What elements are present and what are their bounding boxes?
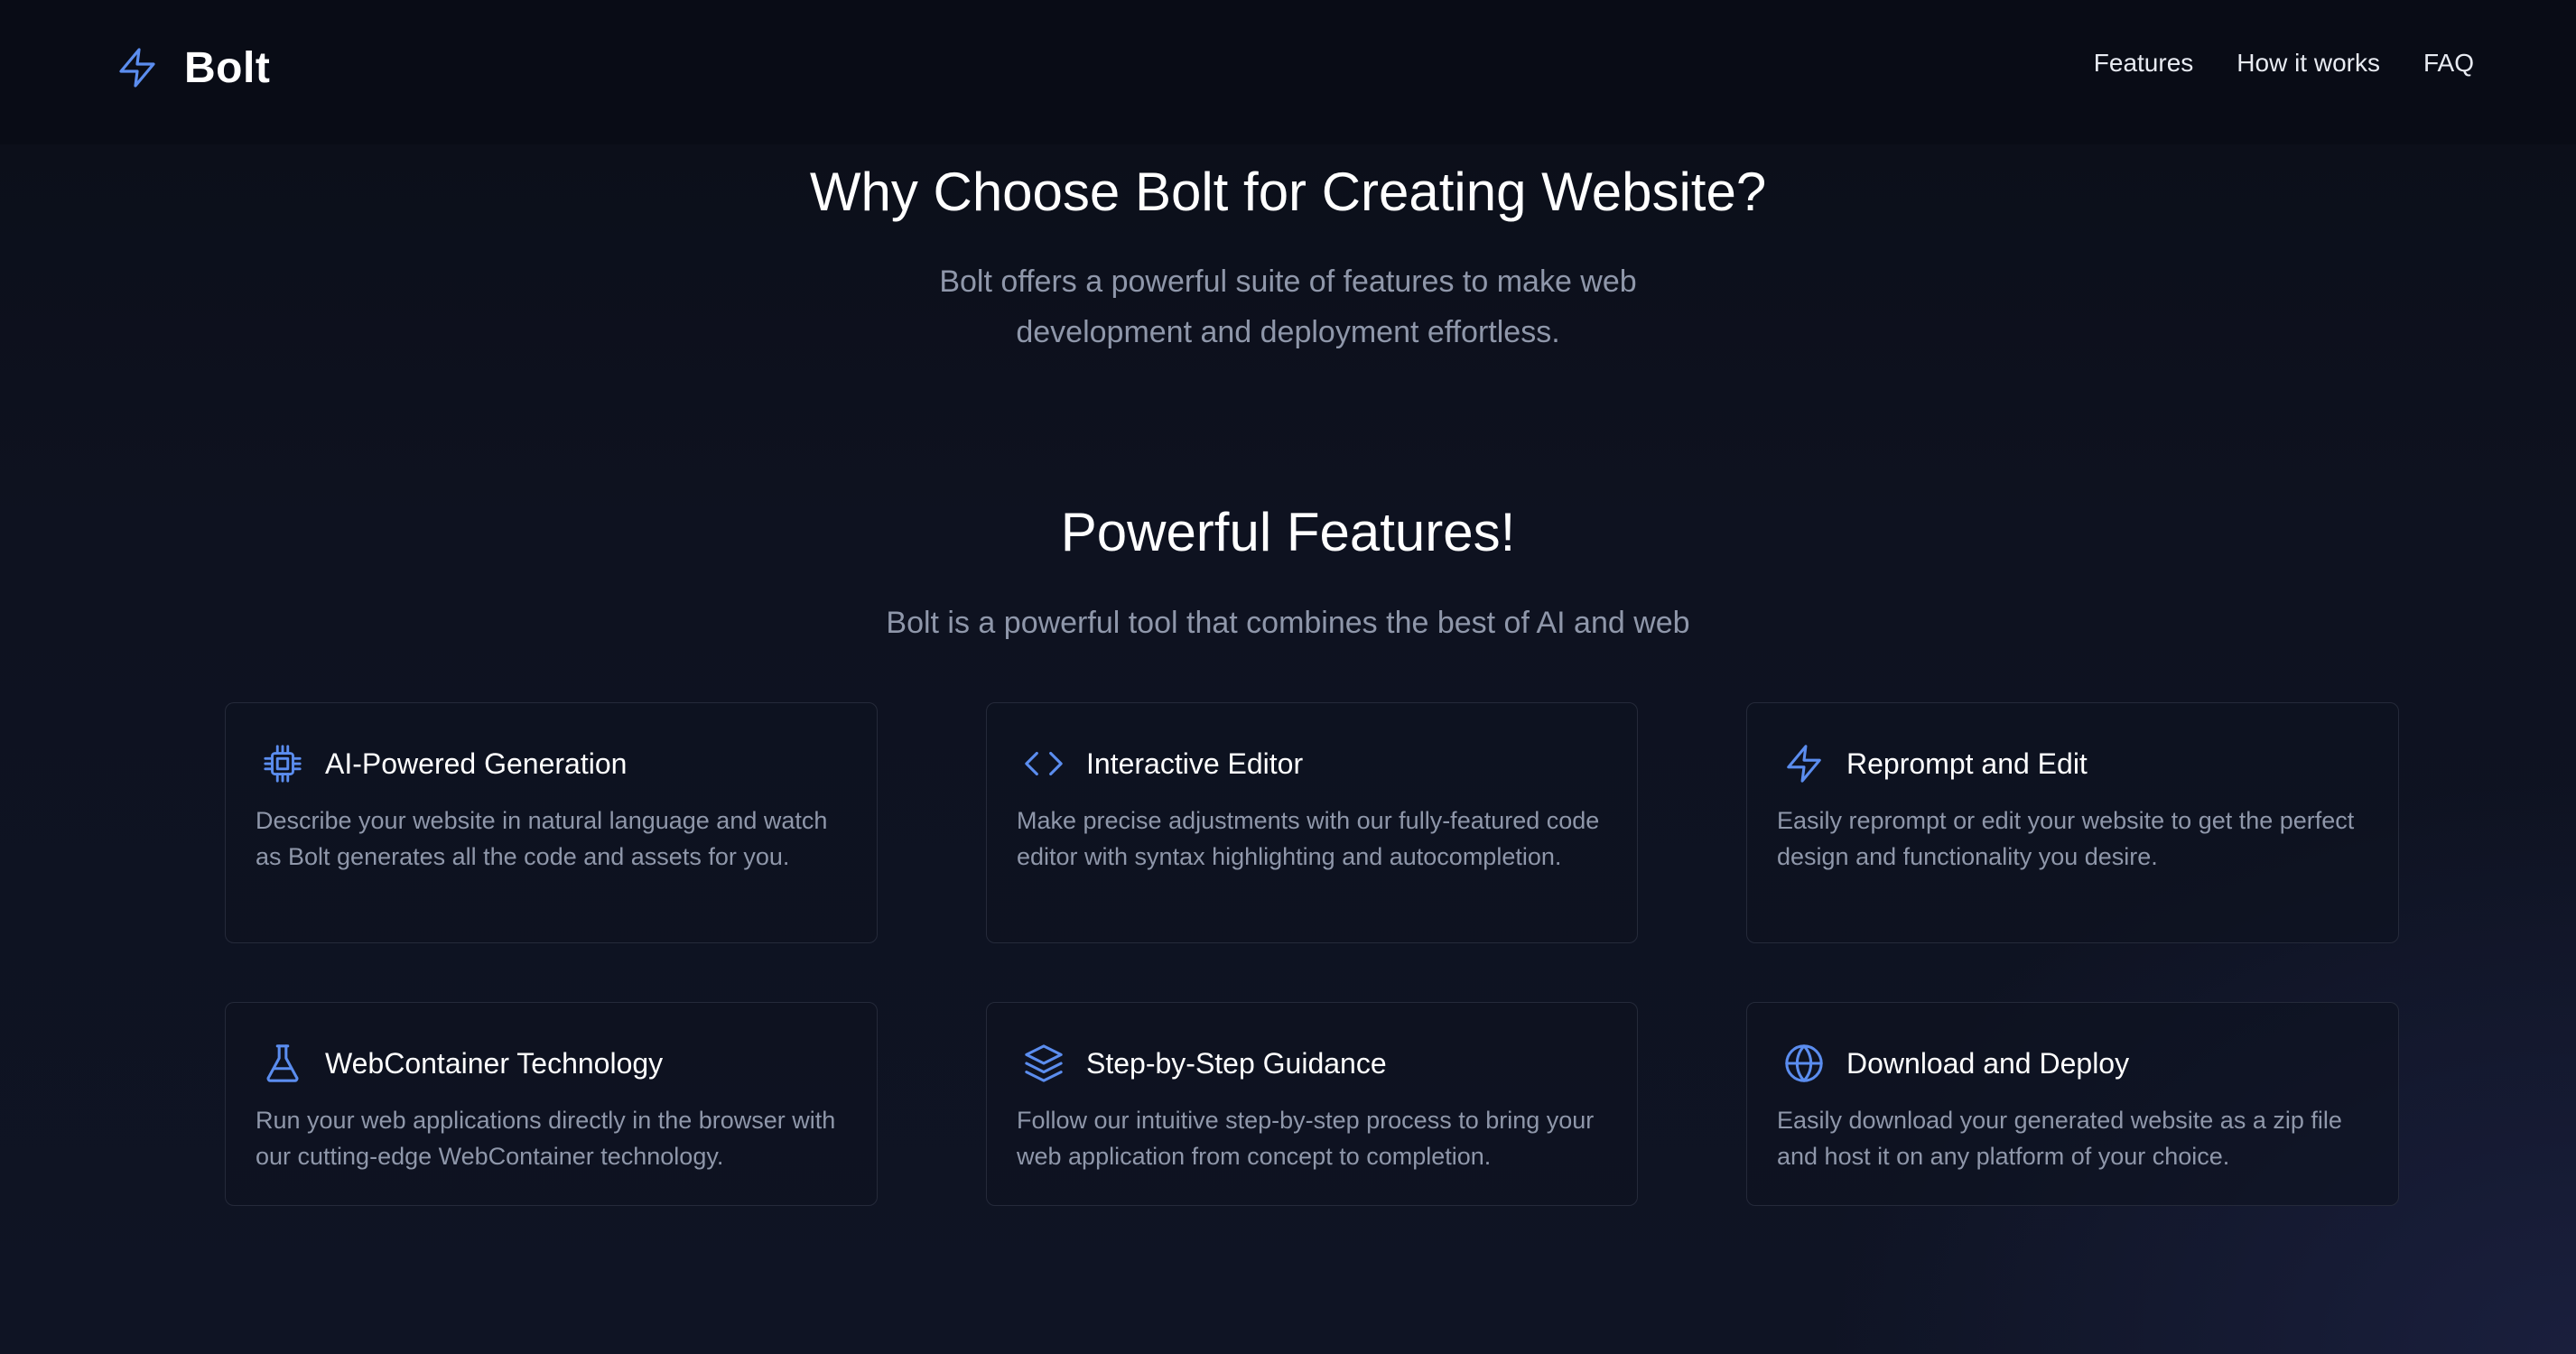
- brand-logo[interactable]: Bolt: [116, 40, 270, 96]
- navbar: Bolt Features How it works FAQ: [0, 0, 2576, 144]
- why-section-title: Why Choose Bolt for Creating Website?: [809, 162, 1767, 222]
- feature-card-reprompt-and-edit: Reprompt and Edit Easily reprompt or edi…: [1746, 702, 2399, 943]
- feature-card-title: AI-Powered Generation: [325, 747, 628, 780]
- why-subtitle-line-2: development and deployment effortless.: [1016, 315, 1560, 349]
- lightning-bolt-icon: [119, 48, 155, 88]
- nav-links: Features How it works FAQ: [2094, 49, 2474, 78]
- nav-link-how-it-works[interactable]: How it works: [2237, 49, 2380, 78]
- flask-icon: [260, 1041, 305, 1086]
- feature-card-download-and-deploy: Download and Deploy Easily download your…: [1746, 1002, 2399, 1206]
- feature-card-title: Step-by-Step Guidance: [1086, 1046, 1387, 1080]
- cpu-chip-icon: [260, 741, 305, 786]
- nav-link-features[interactable]: Features: [2094, 49, 2194, 78]
- code-brackets-icon: [1021, 741, 1066, 786]
- feature-card-description: Easily reprompt or edit your website to …: [1777, 807, 2355, 870]
- feature-card-description: Describe your website in natural languag…: [256, 807, 828, 870]
- why-section-subtitle: Bolt offers a powerful suite of features…: [0, 256, 2576, 357]
- nav-link-faq[interactable]: FAQ: [2423, 49, 2474, 78]
- feature-card-ai-powered-generation: AI-Powered Generation Describe your webs…: [225, 702, 878, 943]
- feature-card-step-by-step-guidance: Step-by-Step Guidance Follow our intuiti…: [986, 1002, 1638, 1206]
- globe-icon: [1781, 1041, 1827, 1086]
- feature-card-webcontainer-technology: WebContainer Technology Run your web app…: [225, 1002, 878, 1206]
- feature-card-interactive-editor: Interactive Editor Make precise adjustme…: [986, 702, 1638, 943]
- feature-card-description: Run your web applications directly in th…: [256, 1107, 836, 1170]
- why-subtitle-line-1: Bolt offers a powerful suite of features…: [939, 264, 1637, 299]
- feature-card-title: Reprompt and Edit: [1846, 747, 2088, 780]
- feature-card-title: Interactive Editor: [1086, 747, 1304, 780]
- feature-card-description: Follow our intuitive step-by-step proces…: [1017, 1107, 1595, 1170]
- layers-icon: [1021, 1041, 1066, 1086]
- feature-card-title: WebContainer Technology: [325, 1046, 664, 1080]
- features-section-subtitle: Bolt is a powerful tool that combines th…: [886, 606, 1690, 640]
- feature-card-description: Make precise adjustments with our fully-…: [1017, 807, 1600, 870]
- lightning-bolt-icon: [1781, 741, 1827, 786]
- features-section-title: Powerful Features!: [1060, 502, 1516, 562]
- brand-name: Bolt: [184, 43, 271, 92]
- feature-card-description: Easily download your generated website a…: [1777, 1107, 2342, 1170]
- feature-card-title: Download and Deploy: [1846, 1046, 2130, 1080]
